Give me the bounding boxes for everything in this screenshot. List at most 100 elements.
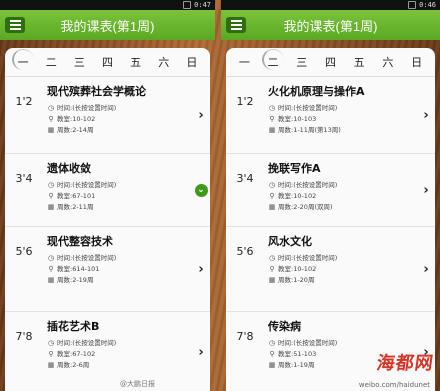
watermark-url: weibo.com/haidunet [358,381,430,389]
list-item[interactable]: 1'2 现代殡葬社会学概论 ◷ 时间:(长按设置时间) ⚲ 教室:10-102 ▦ 周… [5,77,210,154]
tab-day-5[interactable]: 五 [349,54,369,70]
course-name: 插花艺术B [47,320,100,333]
list-item[interactable]: 5'6 风水文化 ◷ 时间:(长按设置时间) ⚲ 教室:10-102 ▦ 周数:1-2… [226,227,435,312]
weekday-tabs: 一 二 三 四 五 六 日 [5,48,210,77]
schedule-card: 一 二 三 四 五 六 日 1'2 火化机原理与操作A ◷ 时间:(长按设置时间)… [226,48,435,391]
course-name: 传染病 [268,320,301,333]
clock-icon: ◷ [268,181,276,189]
status-time: 0:46 [419,1,436,9]
tab-day-2[interactable]: 二 [41,54,61,70]
list-item[interactable]: 1'2 火化机原理与操作A ◷ 时间:(长按设置时间) ⚲ 教室:10-103 ▦ 周… [226,77,435,154]
menu-button[interactable] [5,17,25,33]
menu-button[interactable] [226,17,246,33]
chevron-right-icon[interactable]: › [192,227,210,311]
tab-day-7[interactable]: 日 [407,54,427,70]
course-weeks: 周数:1-19周 [278,361,315,369]
tab-day-2[interactable]: 二 [262,49,285,70]
title-bar: 我的课表(第1周) [0,10,215,40]
period-number: 1'2 [15,95,33,108]
tab-day-1[interactable]: 一 [12,49,35,70]
pin-icon: ⚲ [269,265,275,273]
course-time: 时间:(长按设置时间) [57,339,117,347]
weekday-tabs: 一 二 三 四 五 六 日 [226,48,435,77]
tab-day-4[interactable]: 四 [320,54,340,70]
period-number: 1'2 [236,95,254,108]
watermark-logo: 海都网 [375,353,436,374]
pin-icon: ⚲ [48,350,54,358]
course-time: 时间:(长按设置时间) [278,339,338,347]
weibo-handle: @大鹏日报 [120,380,155,388]
tab-day-7[interactable]: 日 [182,54,202,70]
period-number: 3'4 [236,172,254,185]
list-item[interactable]: 3'4 挽联写作A ◷ 时间:(长按设置时间) ⚲ 教室:10-102 ▦ 周数:2-… [226,154,435,227]
calendar-icon: ▦ [47,203,55,211]
clock-icon: ◷ [47,254,55,262]
chevron-right-icon[interactable]: › [417,154,435,226]
page-title: 我的课表(第1周) [60,18,155,34]
course-weeks: 周数:2-6周 [57,361,90,369]
calendar-icon: ▦ [268,361,276,369]
course-room: 教室:614-101 [57,265,100,273]
course-name: 现代殡葬社会学概论 [47,85,146,98]
clock-icon: ◷ [47,181,55,189]
course-room: 教室:10-102 [278,192,317,200]
battery-icon [183,1,192,9]
calendar-icon: ▦ [268,276,276,284]
course-name: 挽联写作A [268,162,321,175]
chevron-right-icon[interactable]: › [417,227,435,311]
course-name: 风水文化 [268,235,312,248]
course-weeks: 周数:2-14周 [57,126,94,134]
course-room: 教室:10-102 [57,115,96,123]
course-room: 教室:67-101 [57,192,96,200]
course-weeks: 周数:2-19周 [57,276,94,284]
course-room: 教室:67-102 [57,350,96,358]
tab-day-4[interactable]: 四 [97,54,117,70]
tab-day-6[interactable]: 六 [154,54,174,70]
clock-icon: ◷ [268,254,276,262]
tab-day-1[interactable]: 一 [234,54,254,70]
course-weeks: 周数:2-20周(双周) [278,203,333,211]
clock-icon: ◷ [268,339,276,347]
course-time: 时间:(长按设置时间) [57,181,117,189]
period-number: 7'8 [236,330,254,343]
period-number: 3'4 [15,172,33,185]
status-bar: 0:47 [0,0,215,10]
pin-icon: ⚲ [269,350,275,358]
calendar-icon: ▦ [47,126,55,134]
calendar-icon: ▦ [47,361,55,369]
status-bar: 0:46 [221,0,440,10]
tab-day-3[interactable]: 三 [292,54,312,70]
status-time: 0:47 [194,1,211,9]
clock-icon: ◷ [47,339,55,347]
list-item[interactable]: 5'6 现代整容技术 ◷ 时间:(长按设置时间) ⚲ 教室:614-101 ▦ 周数:… [5,227,210,312]
period-number: 5'6 [15,245,33,258]
phone-screen-2: 0:46 我的课表(第1周) 一 二 三 四 五 六 日 1'2 火化机原理与操… [221,0,440,391]
course-weeks: 周数:1-11周(第13周) [278,126,341,134]
tab-day-6[interactable]: 六 [378,54,398,70]
phone-screen-1: 0:47 我的课表(第1周) 一 二 三 四 五 六 日 1'2 现代殡葬社会学… [0,0,215,391]
pin-icon: ⚲ [48,265,54,273]
chevron-right-icon[interactable]: › [192,312,210,391]
course-time: 时间:(长按设置时间) [57,254,117,262]
chevron-right-icon[interactable]: › [417,77,435,153]
course-weeks: 周数:2-11周 [57,203,94,211]
tab-day-5[interactable]: 五 [126,54,146,70]
list-item[interactable]: 7'8 插花艺术B ◷ 时间:(长按设置时间) ⚲ 教室:67-102 ▦ 周数:2-… [5,312,210,391]
chevron-right-icon[interactable]: › [192,77,210,153]
calendar-icon: ▦ [47,276,55,284]
pin-icon: ⚲ [48,192,54,200]
list-item[interactable]: 3'4 遗体收敛 ◷ 时间:(长按设置时间) ⚲ 教室:67-101 ▦ 周数:2-1… [5,154,210,227]
course-room: 教室:10-102 [278,265,317,273]
course-time: 时间:(长按设置时间) [278,104,338,112]
tab-day-3[interactable]: 三 [69,54,89,70]
course-name: 遗体收敛 [47,162,91,175]
page-title: 我的课表(第1周) [283,18,378,34]
course-time: 时间:(长按设置时间) [278,181,338,189]
title-bar: 我的课表(第1周) [221,10,440,40]
course-name: 现代整容技术 [47,235,113,248]
course-time: 时间:(长按设置时间) [57,104,117,112]
calendar-icon: ▦ [268,203,276,211]
course-name: 火化机原理与操作A [268,85,365,98]
period-number: 7'8 [15,330,33,343]
chevron-down-icon[interactable]: ⌄ [192,154,210,226]
